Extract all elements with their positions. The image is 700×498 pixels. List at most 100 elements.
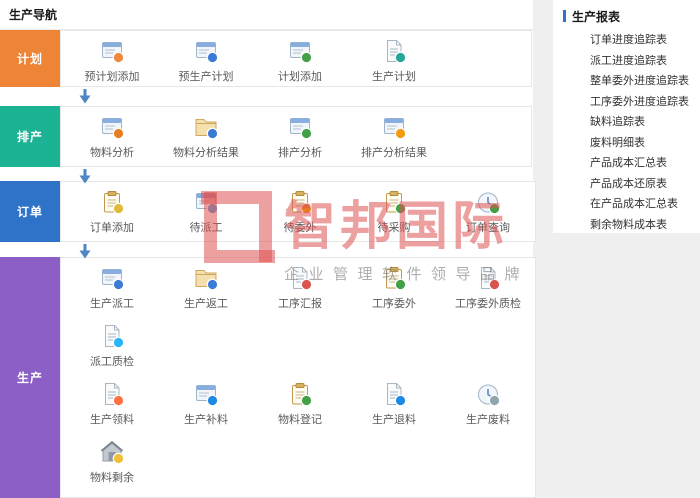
- nav-item-label: 待委外: [284, 219, 317, 235]
- nav-item[interactable]: 订单查询: [441, 182, 535, 235]
- nav-item-label: 排产分析: [278, 144, 322, 160]
- nav-item[interactable]: 订单添加: [65, 182, 159, 235]
- nav-item-label: 物料剩余: [90, 469, 134, 485]
- nav-item-label: 预生产计划: [179, 68, 234, 84]
- report-link[interactable]: 订单进度追踪表: [553, 30, 700, 51]
- nav-item-label: 物料登记: [278, 411, 322, 427]
- flow-gap: [0, 167, 533, 181]
- category-label: 计划: [0, 30, 60, 87]
- nav-item[interactable]: 物料分析: [65, 107, 159, 160]
- report-link[interactable]: 产品成本还原表: [553, 174, 700, 195]
- report-link[interactable]: 工序委外进度追踪表: [553, 92, 700, 113]
- nav-item-label: 工序委外质检: [455, 295, 521, 311]
- window-chart-icon: [99, 114, 125, 140]
- doc-shield-icon: [99, 323, 125, 349]
- sidebar-accent-bar: [563, 10, 566, 22]
- arrow-down-icon: [79, 244, 91, 259]
- nav-item[interactable]: 预计划添加: [65, 31, 159, 84]
- window-dispatch-icon: [99, 265, 125, 291]
- nav-item[interactable]: 工序委外质检: [441, 258, 535, 311]
- nav-item[interactable]: 排产分析结果: [347, 107, 441, 160]
- report-link[interactable]: 派工进度追踪表: [553, 51, 700, 72]
- category-row-1: 计划预计划添加 预生产计划 计划添加 生产计划: [0, 30, 533, 87]
- nav-item[interactable]: 生产返工: [159, 258, 253, 311]
- category-row-2: 排产物料分析 物料分析结果排产分析 排产分析结果: [0, 106, 533, 167]
- clipboard-ext-icon: [381, 265, 407, 291]
- nav-item[interactable]: 物料登记: [253, 374, 347, 427]
- nav-item[interactable]: 预生产计划: [159, 31, 253, 84]
- clipboard-cart-icon: [381, 189, 407, 215]
- nav-item[interactable]: 待派工: [159, 182, 253, 235]
- nav-item[interactable]: 排产分析: [253, 107, 347, 160]
- nav-item-label: 生产补料: [184, 411, 228, 427]
- nav-item[interactable]: 生产计划: [347, 31, 441, 84]
- category-row-4: 生产 生产派工 生产返工 工序汇报工序委外 工序委外质检派工质检生产领料 生产补料 物料登记…: [0, 257, 533, 498]
- arrow-down-icon: [79, 89, 91, 104]
- folder-chart-icon: [193, 114, 219, 140]
- nav-item-label: 排产分析结果: [361, 144, 427, 160]
- nav-item-label: 生产返工: [184, 295, 228, 311]
- doc-pencil-icon: [99, 381, 125, 407]
- item-line: 派工质检: [61, 316, 535, 374]
- category-label: 生产: [0, 257, 60, 498]
- nav-item[interactable]: 派工质检: [65, 316, 159, 369]
- nav-item[interactable]: 生产补料: [159, 374, 253, 427]
- clock-search-icon: [475, 189, 501, 215]
- flow-gap: [0, 87, 533, 106]
- arrow-down-icon: [79, 169, 91, 184]
- nav-item-label: 生产派工: [90, 295, 134, 311]
- page-title: 生产导航: [9, 8, 57, 22]
- window-search-icon: [193, 38, 219, 64]
- item-line: 物料剩余: [61, 432, 535, 490]
- nav-item-label: 订单查询: [466, 219, 510, 235]
- category-label: 排产: [0, 106, 60, 167]
- report-link[interactable]: 剩余物料成本表: [553, 215, 700, 236]
- clipboard-out-icon: [287, 189, 313, 215]
- report-link[interactable]: 在产品成本汇总表: [553, 194, 700, 215]
- item-line: 生产领料 生产补料 物料登记 生产退料 生产废料: [61, 374, 535, 432]
- nav-item[interactable]: 待采购: [347, 182, 441, 235]
- nav-item-label: 生产计划: [372, 68, 416, 84]
- nav-item-label: 工序委外: [372, 295, 416, 311]
- category-items-box: 生产派工生产返工工序汇报工序委外工序委外质检派工质检生产领料生产补料物料登记生产…: [60, 257, 536, 498]
- window-refill-icon: [193, 381, 219, 407]
- nav-item-label: 预计划添加: [85, 68, 140, 84]
- report-link[interactable]: 废料明细表: [553, 133, 700, 154]
- nav-item-label: 计划添加: [278, 68, 322, 84]
- doc-return-icon: [381, 381, 407, 407]
- clipboard-add-icon: [99, 189, 125, 215]
- nav-item[interactable]: 生产派工: [65, 258, 159, 311]
- report-link[interactable]: 整单委外进度追踪表: [553, 71, 700, 92]
- category-items-box: 订单添加 待派工 待委外 待采购 订单查询: [60, 181, 536, 242]
- nav-item-label: 待采购: [378, 219, 411, 235]
- nav-item[interactable]: 生产废料: [441, 374, 535, 427]
- doc-pin-icon: [475, 265, 501, 291]
- nav-item[interactable]: 生产退料: [347, 374, 441, 427]
- nav-item-label: 生产领料: [90, 411, 134, 427]
- category-items-box: 物料分析 物料分析结果排产分析 排产分析结果: [60, 106, 532, 167]
- nav-item[interactable]: 生产领料: [65, 374, 159, 427]
- nav-item[interactable]: 物料剩余: [65, 432, 159, 485]
- nav-item-label: 物料分析: [90, 144, 134, 160]
- item-line: 生产派工 生产返工 工序汇报工序委外 工序委外质检: [61, 258, 535, 316]
- nav-item-label: 订单添加: [90, 219, 134, 235]
- nav-item-label: 待派工: [190, 219, 223, 235]
- sidebar-title: 生产报表: [572, 8, 620, 25]
- clipboard-reg-icon: [287, 381, 313, 407]
- report-link[interactable]: 缺料追踪表: [553, 112, 700, 133]
- window-check-icon: [287, 114, 313, 140]
- nav-item-label: 派工质检: [90, 353, 134, 369]
- nav-item[interactable]: 计划添加: [253, 31, 347, 84]
- nav-item[interactable]: 工序汇报: [253, 258, 347, 311]
- nav-item-label: 生产退料: [372, 411, 416, 427]
- report-link[interactable]: 产品成本汇总表: [553, 153, 700, 174]
- warehouse-icon: [99, 439, 125, 465]
- report-list: 订单进度追踪表派工进度追踪表整单委外进度追踪表工序委外进度追踪表缺料追踪表废料明…: [553, 30, 700, 235]
- nav-item[interactable]: 待委外: [253, 182, 347, 235]
- workflow-container: 计划预计划添加 预生产计划 计划添加 生产计划排产物料分析 物料分析结果排产分析 排产分析…: [0, 30, 533, 498]
- flow-gap: [0, 242, 533, 257]
- nav-item[interactable]: 物料分析结果: [159, 107, 253, 160]
- category-row-3: 订单订单添加待派工待委外待采购订单查询: [0, 181, 533, 242]
- nav-item[interactable]: 工序委外: [347, 258, 441, 311]
- window-add-icon: [287, 38, 313, 64]
